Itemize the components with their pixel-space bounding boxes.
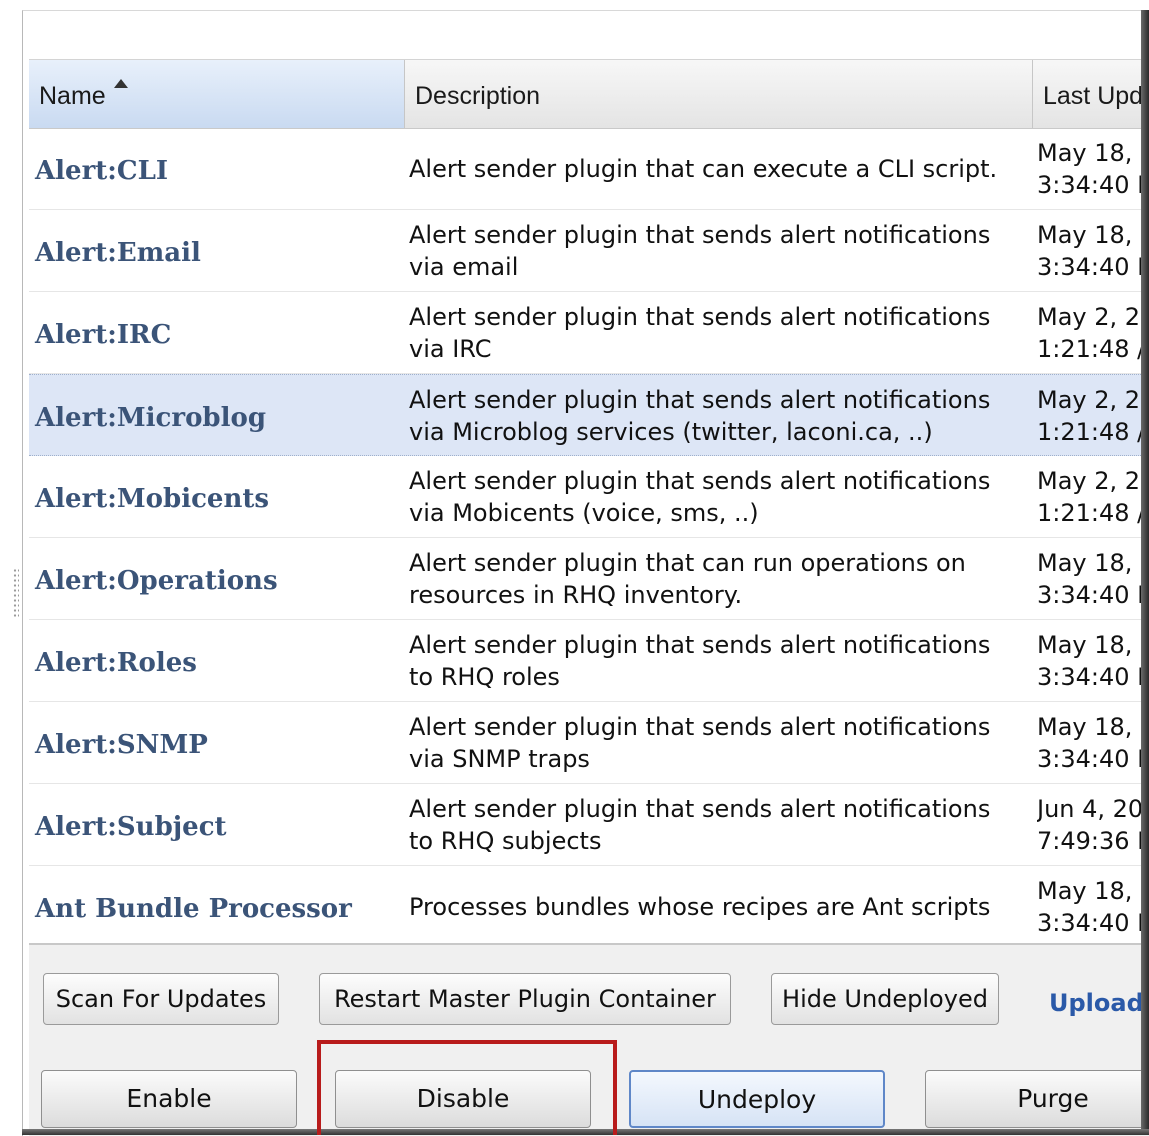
plugin-name-link[interactable]: Ant Bundle Processor [35,866,352,948]
plugin-last-updated: May 2, 2 1:21:48 / [1037,375,1149,457]
plugin-last-updated: May 18, 3:34:40 I [1037,620,1149,702]
plugin-name-link[interactable]: Alert:Operations [35,538,278,620]
plugin-description: Alert sender plugin that sends alert not… [409,210,1029,292]
plugin-last-updated: May 18, 3:34:40 I [1037,866,1149,948]
plugin-actions-bar: Enable Disable Undeploy Purge [29,1048,1149,1136]
plugin-description: Alert sender plugin that can execute a C… [409,128,1029,210]
column-header-last-updated[interactable]: Last Upd [1033,60,1149,128]
scan-for-updates-button[interactable]: Scan For Updates [43,973,279,1025]
resize-grip-icon[interactable] [13,568,19,618]
plugin-last-updated: May 18, 3:34:40 I [1037,702,1149,784]
plugin-description: Alert sender plugin that can run operati… [409,538,1029,620]
column-header-name-label: Name [39,82,106,110]
plugin-description: Alert sender plugin that sends alert not… [409,784,1029,866]
plugin-name-link[interactable]: Alert:SNMP [35,702,208,784]
plugins-panel: Name Description Last Upd Alert:CLIAlert… [22,10,1149,1136]
disable-button[interactable]: Disable [335,1070,591,1128]
table-row[interactable]: Alert:CLI Alert sender plugin that can ex… [29,128,1149,210]
purge-button[interactable]: Purge [925,1070,1149,1128]
plugin-description: Alert sender plugin that sends alert not… [409,292,1029,374]
enable-button[interactable]: Enable [41,1070,297,1128]
column-header-description-label: Description [415,82,540,110]
plugin-last-updated: May 18, 3:34:40 I [1037,128,1149,210]
plugin-description: Alert sender plugin that sends alert not… [409,375,1029,457]
table-row[interactable]: Alert:Subject Alert sender plugin that se… [29,784,1149,866]
plugin-description: Alert sender plugin that sends alert not… [409,702,1029,784]
table-row[interactable]: Alert:SNMP Alert sender plugin that sends… [29,702,1149,784]
restart-master-plugin-container-button[interactable]: Restart Master Plugin Container [319,973,731,1025]
plugin-name-link[interactable]: Alert:IRC [35,292,171,374]
plugin-name-link[interactable]: Alert:Microblog [35,375,266,457]
plugin-last-updated: May 2, 2 1:21:48 / [1037,456,1149,538]
table-row[interactable]: Ant Bundle Processor Processes bundles wh… [29,866,1149,948]
column-header-name[interactable]: Name [29,60,405,128]
plugin-name-link[interactable]: Alert:CLI [35,128,168,210]
table-row[interactable]: Alert:Roles Alert sender plugin that send… [29,620,1149,702]
plugin-description: Alert sender plugin that sends alert not… [409,620,1029,702]
plugin-name-link[interactable]: Alert:Subject [35,784,227,866]
upload-link[interactable]: Upload [1049,989,1144,1017]
table-row[interactable]: Alert:Email Alert sender plugin that send… [29,210,1149,292]
column-header-description[interactable]: Description [405,60,1033,128]
plugin-last-updated: May 18, 3:34:40 I [1037,210,1149,292]
plugin-name-link[interactable]: Alert:Email [35,210,201,292]
undeploy-button[interactable]: Undeploy [629,1070,885,1128]
table-row[interactable]: Alert:IRC Alert sender plugin that sends … [29,292,1149,374]
table-row[interactable]: Alert:Microblog Alert sender plugin that … [29,374,1149,456]
column-header-last-updated-label: Last Upd [1043,82,1143,110]
table-header: Name Description Last Upd [29,59,1149,129]
plugin-table-body: Alert:CLI Alert sender plugin that can ex… [29,128,1149,948]
plugin-name-link[interactable]: Alert:Mobicents [35,456,269,538]
hide-undeployed-button[interactable]: Hide Undeployed [771,973,999,1025]
plugin-description: Alert sender plugin that sends alert not… [409,456,1029,538]
window-shadow-bottom [22,1129,1149,1135]
plugin-description: Processes bundles whose recipes are Ant … [409,866,1029,948]
window-shadow-right [1141,10,1149,1135]
plugin-last-updated: May 2, 2 1:21:48 / [1037,292,1149,374]
table-row[interactable]: Alert:Operations Alert sender plugin that… [29,538,1149,620]
plugin-last-updated: May 18, 3:34:40 I [1037,538,1149,620]
sort-ascending-icon [114,79,128,88]
plugin-last-updated: Jun 4, 20 7:49:36 I [1037,784,1149,866]
plugin-toolbar: Scan For Updates Restart Master Plugin C… [29,943,1149,1050]
plugin-name-link[interactable]: Alert:Roles [35,620,197,702]
table-row[interactable]: Alert:Mobicents Alert sender plugin that … [29,456,1149,538]
